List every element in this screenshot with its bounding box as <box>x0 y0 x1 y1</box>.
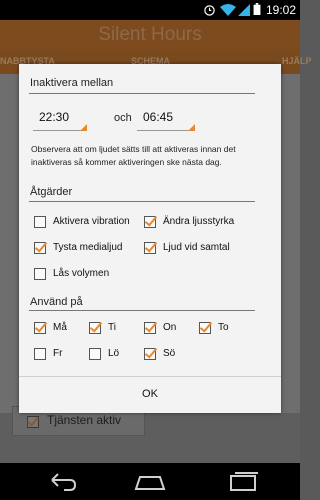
checkbox-label: Ändra ljusstyrka <box>163 216 235 227</box>
wifi-icon <box>220 4 236 16</box>
status-bar: 19:02 <box>0 0 300 20</box>
checkbox-box[interactable] <box>34 216 46 228</box>
checkbox-box[interactable] <box>144 216 156 228</box>
inactivate-section-divider <box>29 93 255 94</box>
back-icon[interactable] <box>48 471 78 493</box>
ok-button[interactable]: OK <box>19 377 281 413</box>
checkbox-label: Ti <box>108 322 116 333</box>
time-range-connector: och <box>114 112 132 124</box>
checkbox-box[interactable] <box>144 242 156 254</box>
start-time-value: 22:30 <box>39 110 70 124</box>
checkbox-box[interactable] <box>34 242 46 254</box>
checkbox-label: Lås volymen <box>53 268 110 279</box>
status-clock: 19:02 <box>265 3 296 17</box>
ok-button-label: OK <box>142 388 158 400</box>
end-time-underline <box>137 130 195 131</box>
app-title: Silent Hours <box>98 24 202 45</box>
start-time-underline <box>33 130 87 131</box>
checkbox-label: Ljud vid samtal <box>163 242 230 253</box>
checkbox-label: Sö <box>163 348 176 359</box>
recent-apps-icon[interactable] <box>228 471 258 493</box>
start-time-picker[interactable]: 22:30 <box>33 107 87 131</box>
service-active-checkbox[interactable] <box>27 416 39 428</box>
tab-help[interactable]: HJÄLP <box>282 56 312 66</box>
actions-section-divider <box>29 201 255 202</box>
checkbox-label: Aktivera vibration <box>53 216 130 227</box>
end-time-value: 06:45 <box>143 110 174 124</box>
checkbox-label: Lö <box>108 348 120 359</box>
navigation-bar <box>0 463 300 500</box>
home-icon[interactable] <box>134 471 166 493</box>
checkbox-box[interactable] <box>34 268 46 280</box>
days-section-title: Använd på <box>30 296 83 308</box>
end-time-dropdown-icon <box>188 124 195 131</box>
signal-icon <box>238 4 250 16</box>
checkbox-box[interactable] <box>144 348 156 360</box>
checkbox-box[interactable] <box>34 348 46 360</box>
start-time-dropdown-icon <box>80 124 87 131</box>
checkbox-label: To <box>218 322 229 333</box>
checkbox-label: Fr <box>53 348 63 359</box>
schedule-note: Observera att om ljudet sätts till att a… <box>31 144 236 167</box>
alarm-icon <box>204 5 215 16</box>
checkbox-box[interactable] <box>89 348 101 360</box>
checkbox-box[interactable] <box>144 322 156 334</box>
inactivate-section-title: Inaktivera mellan <box>30 77 114 89</box>
service-active-label: Tjänsten aktiv <box>47 413 122 427</box>
checkbox-label: Tysta medialjud <box>53 242 123 253</box>
battery-icon <box>253 3 261 15</box>
checkbox-box[interactable] <box>89 322 101 334</box>
checkbox-box[interactable] <box>34 322 46 334</box>
end-time-picker[interactable]: 06:45 <box>137 107 195 131</box>
checkbox-box[interactable] <box>199 322 211 334</box>
checkbox-label: On <box>163 322 177 333</box>
days-section-divider <box>29 310 255 311</box>
schedule-dialog: Inaktivera mellan 22:30 och 06:45 Observ… <box>19 64 281 413</box>
action-bar: Silent Hours <box>0 20 300 50</box>
checkbox-label: Må <box>53 322 67 333</box>
actions-section-title: Åtgärder <box>30 186 73 198</box>
